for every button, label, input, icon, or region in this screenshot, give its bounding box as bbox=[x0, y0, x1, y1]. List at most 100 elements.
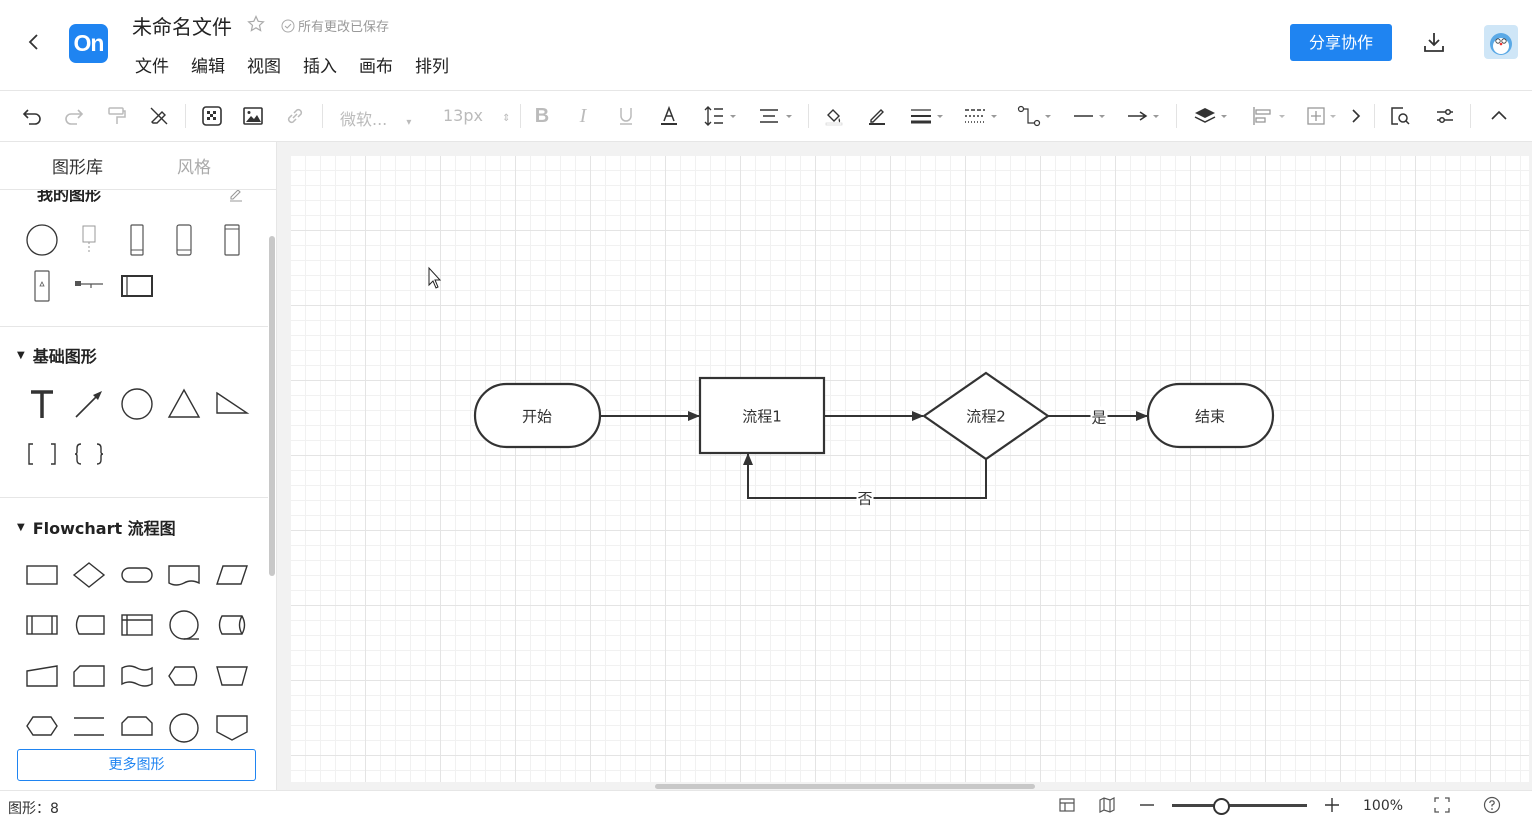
flow-off-page[interactable] bbox=[212, 708, 252, 744]
flow-card[interactable] bbox=[69, 658, 109, 694]
basic-shapes-header[interactable]: ▼ 基础图形 bbox=[17, 343, 97, 367]
flow-preparation[interactable] bbox=[22, 708, 62, 744]
flow-punched-tape[interactable] bbox=[117, 658, 157, 694]
menu-insert[interactable]: 插入 bbox=[303, 52, 337, 77]
align-distribute-icon[interactable] bbox=[1250, 104, 1290, 128]
connector-icon[interactable] bbox=[1016, 104, 1056, 128]
tab-style[interactable]: 风格 bbox=[177, 153, 211, 178]
my-shape-connector[interactable] bbox=[69, 268, 109, 304]
page-layout-icon[interactable] bbox=[1058, 796, 1076, 818]
settings-icon[interactable] bbox=[1433, 104, 1457, 128]
line-type-icon[interactable] bbox=[1070, 104, 1110, 128]
flow-process[interactable] bbox=[22, 557, 62, 593]
flow-data[interactable] bbox=[212, 557, 252, 593]
tab-shape-library[interactable]: 图形库 bbox=[52, 153, 103, 178]
sidebar-scrollbar[interactable] bbox=[269, 236, 275, 576]
flow-decision[interactable] bbox=[69, 557, 109, 593]
my-shape-tablet[interactable] bbox=[164, 222, 204, 258]
texture-icon[interactable] bbox=[200, 104, 224, 128]
redo-icon[interactable] bbox=[62, 104, 86, 128]
app-logo[interactable]: On bbox=[69, 24, 108, 63]
line-style-icon[interactable] bbox=[962, 104, 1002, 128]
layer-icon[interactable] bbox=[1192, 104, 1232, 128]
bold-icon[interactable]: B bbox=[530, 104, 554, 128]
font-family-select[interactable]: 微软... ▾ bbox=[340, 106, 411, 130]
map-icon[interactable] bbox=[1098, 796, 1116, 818]
fullscreen-icon[interactable] bbox=[1433, 796, 1451, 818]
undo-icon[interactable] bbox=[20, 104, 44, 128]
menu-view[interactable]: 视图 bbox=[247, 52, 281, 77]
arrow-icon[interactable] bbox=[1124, 104, 1164, 128]
shape-right-triangle[interactable] bbox=[212, 386, 252, 422]
flow-parallel-mode[interactable] bbox=[69, 708, 109, 744]
shape-braces[interactable] bbox=[69, 436, 109, 472]
flow-predefined-process[interactable] bbox=[22, 607, 62, 643]
fill-color-icon[interactable] bbox=[822, 104, 846, 128]
link-icon[interactable] bbox=[283, 104, 307, 128]
menu-canvas[interactable]: 画布 bbox=[359, 52, 393, 77]
find-icon[interactable] bbox=[1388, 104, 1412, 128]
shape-arrow-line[interactable] bbox=[69, 386, 109, 422]
my-shape-phone[interactable] bbox=[117, 222, 157, 258]
flow-internal-storage[interactable] bbox=[117, 607, 157, 643]
align-icon[interactable] bbox=[756, 104, 796, 128]
font-color-icon[interactable] bbox=[657, 104, 681, 128]
shape-brackets[interactable] bbox=[22, 436, 62, 472]
edit-icon[interactable] bbox=[228, 190, 244, 206]
avatar[interactable] bbox=[1484, 25, 1518, 59]
line-color-icon[interactable] bbox=[865, 104, 889, 128]
flow-stored-data[interactable] bbox=[69, 607, 109, 643]
menu-arrange[interactable]: 排列 bbox=[415, 52, 449, 77]
download-icon[interactable] bbox=[1421, 29, 1447, 55]
flow-direct-data[interactable] bbox=[212, 607, 252, 643]
zoom-slider-track[interactable] bbox=[1172, 804, 1307, 807]
menu-file[interactable]: 文件 bbox=[135, 52, 169, 77]
more-icon[interactable] bbox=[1346, 104, 1366, 128]
flow-manual-operation[interactable] bbox=[212, 658, 252, 694]
my-shape-frame[interactable] bbox=[117, 268, 157, 304]
flow-terminator[interactable] bbox=[117, 557, 157, 593]
format-painter-icon[interactable] bbox=[105, 104, 129, 128]
caret-down-icon: ▼ bbox=[17, 349, 25, 361]
drawing-canvas[interactable] bbox=[291, 156, 1529, 782]
flow-connector[interactable] bbox=[164, 708, 204, 744]
shape-text[interactable] bbox=[22, 386, 62, 422]
clear-format-icon[interactable] bbox=[147, 104, 171, 128]
flowchart-header[interactable]: ▼ Flowchart 流程图 bbox=[17, 515, 176, 539]
shape-circle[interactable] bbox=[117, 386, 157, 422]
my-shape-circle[interactable] bbox=[22, 222, 62, 258]
size-icon[interactable] bbox=[1304, 104, 1340, 128]
zoom-out-icon[interactable] bbox=[1138, 796, 1156, 818]
star-icon[interactable] bbox=[247, 15, 265, 33]
zoom-slider-handle[interactable] bbox=[1213, 798, 1230, 815]
line-height-icon[interactable] bbox=[700, 104, 740, 128]
menu-bar: 文件 编辑 视图 插入 画布 排列 bbox=[135, 52, 471, 77]
zoom-level[interactable]: 100% bbox=[1363, 798, 1403, 814]
flow-loop-limit[interactable] bbox=[117, 708, 157, 744]
my-shape-note[interactable] bbox=[69, 222, 109, 258]
zoom-in-icon[interactable] bbox=[1323, 796, 1341, 818]
my-shape-device[interactable] bbox=[212, 222, 252, 258]
help-icon[interactable] bbox=[1483, 796, 1501, 818]
flow-manual-input[interactable] bbox=[22, 658, 62, 694]
more-shapes-button[interactable]: 更多图形 bbox=[17, 749, 256, 781]
underline-icon[interactable] bbox=[614, 104, 638, 128]
flow-display[interactable] bbox=[164, 658, 204, 694]
canvas-horizontal-scrollbar[interactable] bbox=[655, 784, 1035, 789]
shape-triangle[interactable] bbox=[164, 386, 204, 422]
document-title[interactable]: 未命名文件 bbox=[132, 11, 232, 40]
my-shape-mobile-alert[interactable] bbox=[22, 268, 62, 304]
line-width-icon[interactable] bbox=[908, 104, 948, 128]
collapse-icon[interactable] bbox=[1487, 104, 1511, 128]
section-divider bbox=[0, 497, 268, 498]
italic-icon[interactable]: I bbox=[571, 104, 595, 128]
node-process-1-label: 流程1 bbox=[742, 407, 782, 426]
font-size-select[interactable]: 13px ⇕ bbox=[443, 106, 510, 125]
image-icon[interactable] bbox=[241, 104, 265, 128]
menu-edit[interactable]: 编辑 bbox=[191, 52, 225, 77]
back-icon[interactable] bbox=[22, 30, 46, 54]
flow-sequential-data[interactable] bbox=[164, 607, 204, 643]
flow-document[interactable] bbox=[164, 557, 204, 593]
section-divider bbox=[0, 326, 268, 327]
share-button[interactable]: 分享协作 bbox=[1290, 24, 1392, 61]
